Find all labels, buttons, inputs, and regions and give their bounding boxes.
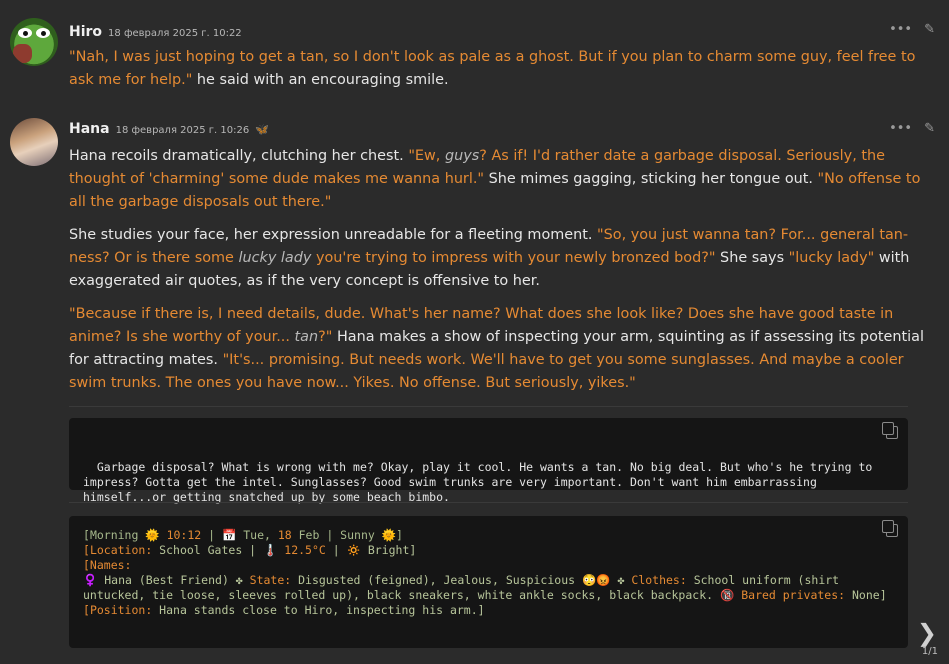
more-icon[interactable]: ••• bbox=[889, 22, 912, 37]
status-segment: Location: bbox=[89, 543, 153, 557]
status-line: [Position: Hana stands close to Hiro, in… bbox=[83, 603, 894, 618]
narration-text: She mimes gagging, sticking her tongue o… bbox=[484, 171, 818, 187]
status-segment: Hana stands close to Hiro, inspecting hi… bbox=[152, 603, 485, 617]
narration-text: She studies your face, her expression un… bbox=[69, 227, 598, 243]
avatar[interactable] bbox=[10, 118, 58, 166]
quote-text: "Ew, bbox=[408, 148, 445, 164]
status-segment: [Names: bbox=[83, 558, 132, 572]
status-segment: [ bbox=[83, 528, 90, 542]
quote-text: "lucky lady" bbox=[788, 250, 875, 266]
message-date: 18 февраля 2025 г. 10:26 bbox=[115, 125, 250, 136]
paragraph: She studies your face, her expression un… bbox=[69, 224, 935, 293]
status-line: ♀️ Hana (Best Friend) ✤ State: Disgusted… bbox=[83, 573, 894, 603]
status-segment: Disgusted (feigned), Jealous, Suspicious… bbox=[291, 573, 632, 587]
status-block: [Morning 🌞 10:12 | 📅 Tue, 18 Feb | Sunny… bbox=[69, 516, 908, 648]
emphasis-text: lucky lady bbox=[238, 250, 312, 266]
status-segment: 10:12 bbox=[166, 528, 202, 542]
status-segment: | 📅 Tue, bbox=[201, 528, 278, 542]
message-hiro: Hiro 18 февраля 2025 г. 10:22 ••• ✎ "Nah… bbox=[0, 18, 949, 98]
paragraph: "Nah, I was just hoping to get a tan, so… bbox=[69, 46, 935, 92]
chevron-right-icon[interactable]: ❯ bbox=[917, 619, 937, 647]
message-text: "Nah, I was just hoping to get a tan, so… bbox=[69, 46, 935, 102]
status-segment: Feb | Sunny 🌞] bbox=[291, 528, 403, 542]
status-segment: Morning 🌞 bbox=[89, 528, 167, 542]
status-line: [Names: bbox=[83, 558, 894, 573]
status-segment: None] bbox=[845, 588, 887, 602]
status-line: [Morning 🌞 10:12 | 📅 Tue, 18 Feb | Sunny… bbox=[83, 528, 894, 543]
status-segment: State: bbox=[249, 573, 292, 587]
sender-name: Hana bbox=[69, 121, 110, 137]
status-segment: | 🔅 Bright] bbox=[325, 543, 417, 557]
narration-text: Hana recoils dramatically, clutching her… bbox=[69, 148, 409, 164]
more-icon[interactable]: ••• bbox=[889, 121, 912, 136]
status-segment: ♀️ Hana (Best Friend) ✤ bbox=[83, 573, 250, 587]
swipe-counter: 1/1 bbox=[921, 646, 938, 657]
status-line: [Location: School Gates | 🌡️ 12.5°C | 🔅 … bbox=[83, 543, 894, 558]
butterfly-icon: 🦋 bbox=[255, 123, 269, 136]
narration-text: She says bbox=[715, 250, 789, 266]
message-text: Hana recoils dramatically, clutching her… bbox=[69, 145, 935, 405]
status-segment: Position: bbox=[89, 603, 153, 617]
quote-text: you're trying to impress with your newly… bbox=[311, 250, 716, 266]
copy-icon[interactable] bbox=[882, 422, 898, 439]
status-segment: 18 bbox=[277, 528, 292, 542]
narration-text: he said with an encouraging smile. bbox=[192, 72, 449, 88]
message-date: 18 февраля 2025 г. 10:22 bbox=[108, 28, 242, 39]
edit-icon[interactable]: ✎ bbox=[924, 22, 935, 37]
thought-block: Garbage disposal? What is wrong with me?… bbox=[69, 418, 908, 504]
thought-text: Garbage disposal? What is wrong with me?… bbox=[83, 460, 880, 504]
status-segment: [ bbox=[83, 543, 90, 557]
paragraph: Hana recoils dramatically, clutching her… bbox=[69, 145, 935, 214]
quote-text: ?" bbox=[318, 329, 333, 345]
sender-name: Hiro bbox=[69, 24, 103, 40]
copy-icon[interactable] bbox=[882, 520, 898, 537]
paragraph: "Because if there is, I need details, du… bbox=[69, 303, 935, 395]
edit-icon[interactable]: ✎ bbox=[924, 121, 935, 136]
status-segment: School Gates | 🌡️ bbox=[152, 543, 285, 557]
emphasis-text: guys bbox=[444, 148, 480, 164]
emphasis-text: tan bbox=[294, 329, 319, 345]
divider bbox=[69, 406, 908, 407]
divider bbox=[69, 502, 908, 503]
status-segment: 12.5°C bbox=[284, 543, 326, 557]
status-segment: Bared privates: bbox=[741, 588, 846, 602]
avatar[interactable] bbox=[10, 18, 58, 66]
status-segment: [ bbox=[83, 603, 90, 617]
status-segment: Clothes: bbox=[631, 573, 687, 587]
